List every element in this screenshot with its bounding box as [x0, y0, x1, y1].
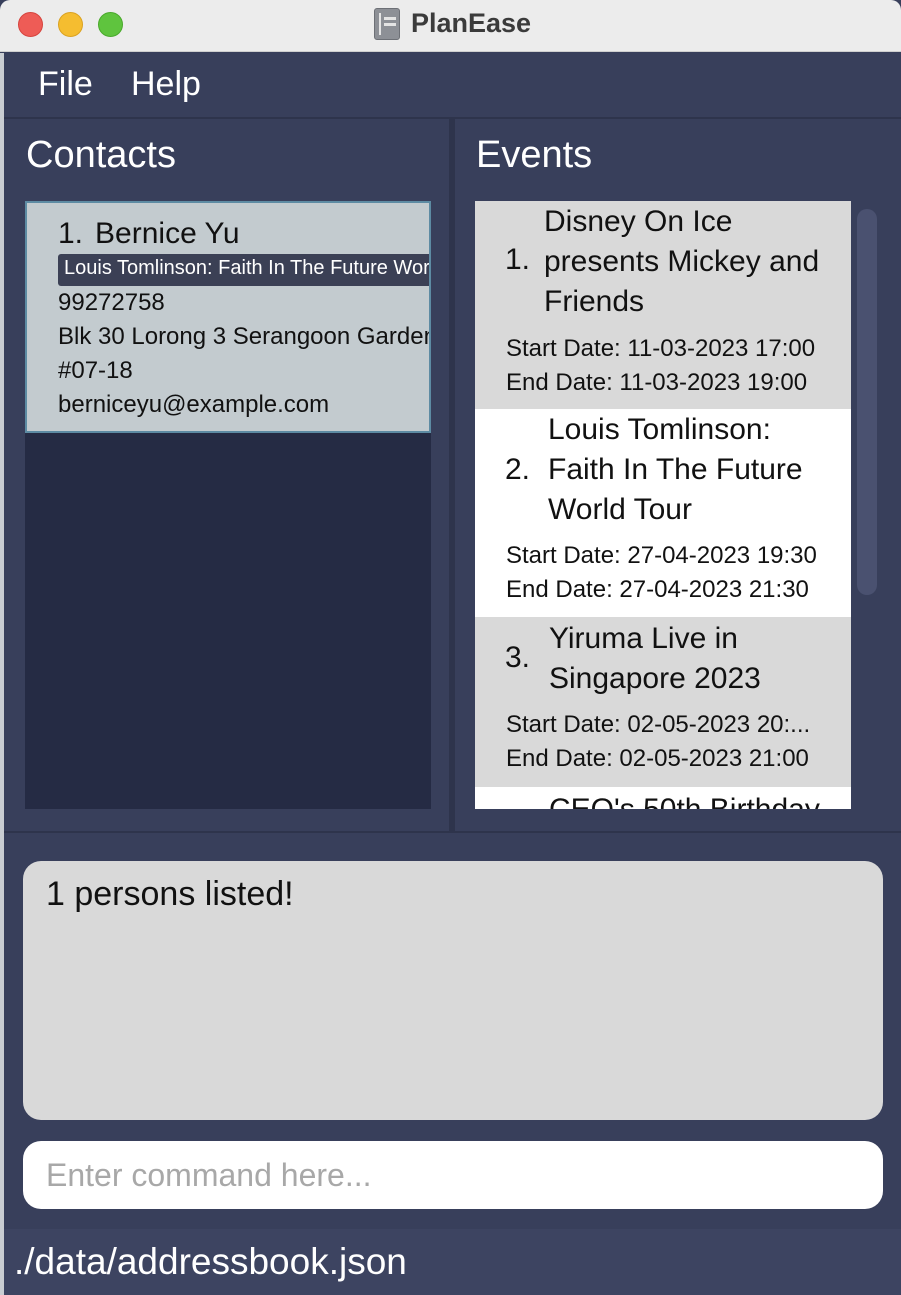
event-start-date: Start Date: 11-03-2023 17:00	[506, 335, 816, 362]
window-title: PlanEase	[411, 8, 532, 38]
status-bar: ./data/addressbook.json	[0, 1229, 901, 1295]
contact-phone: 99272758	[58, 289, 165, 316]
contacts-panel-title: Contacts	[26, 134, 176, 176]
event-name-line: Disney On Ice	[544, 205, 733, 238]
command-input[interactable]	[23, 1141, 883, 1209]
event-name-line: presents Mickey and	[544, 245, 820, 278]
event-end-date: End Date: 02-05-2023 21:00	[506, 745, 809, 772]
event-card[interactable]: 3. Yiruma Live in Singapore 2023 Start D…	[475, 617, 851, 787]
app-window: PlanEase File Help Contacts Events 1. Ber…	[0, 0, 901, 1295]
event-start-date: Start Date: 27-04-2023 19:30	[506, 542, 817, 569]
event-index: 3.	[505, 641, 531, 674]
event-card[interactable]: CEO's 50th Birthday	[475, 787, 851, 809]
contact-email: berniceyu@example.com	[58, 391, 330, 418]
close-window-button[interactable]	[18, 12, 43, 37]
event-card[interactable]: 2. Louis Tomlinson: Faith In The Future …	[475, 409, 851, 617]
event-end-date: End Date: 11-03-2023 19:00	[506, 369, 808, 396]
event-name: Louis Tomlinson: Faith In The Future Wor…	[548, 410, 803, 530]
window-left-edge	[0, 53, 4, 1295]
contact-name-row: 1. Bernice Yu	[58, 217, 240, 251]
maximize-window-button[interactable]	[98, 12, 123, 37]
menu-bar: File Help	[0, 53, 901, 119]
event-card[interactable]: 1. Disney On Ice presents Mickey and Fri…	[475, 201, 851, 409]
title-bar: PlanEase	[0, 0, 901, 52]
event-start-date: Start Date: 02-05-2023 20:...	[506, 711, 811, 738]
result-display: 1 persons listed!	[23, 861, 883, 1120]
contact-address: Blk 30 Lorong 3 Serangoon Gardens,	[58, 323, 431, 350]
address-book-icon	[374, 8, 400, 40]
event-name-line: World Tour	[548, 493, 692, 526]
event-index: 2.	[505, 453, 531, 486]
contact-index: 1.	[58, 217, 84, 250]
event-name-line: Friends	[544, 285, 645, 318]
event-end-date: End Date: 27-04-2023 21:30	[506, 576, 809, 603]
minimize-window-button[interactable]	[58, 12, 83, 37]
contacts-list[interactable]: 1. Bernice Yu Louis Tomlinson: Faith In T…	[25, 201, 431, 809]
events-panel-title: Events	[476, 134, 593, 176]
result-text: 1 persons listed!	[46, 875, 294, 913]
event-name-line: Louis Tomlinson:	[548, 413, 771, 446]
event-name-line: CEO's 50th Birthday	[549, 790, 820, 809]
events-scrollbar[interactable]	[857, 209, 877, 595]
contact-address-unit: #07-18	[58, 357, 133, 384]
event-name: CEO's 50th Birthday	[549, 790, 820, 809]
event-name-line: Faith In The Future	[548, 453, 803, 486]
menu-file[interactable]: File	[38, 65, 93, 104]
event-name: Disney On Ice presents Mickey and Friend…	[544, 202, 819, 322]
event-name-line: Yiruma Live in	[549, 622, 738, 655]
save-location-path: ./data/addressbook.json	[14, 1241, 407, 1282]
contact-card[interactable]: 1. Bernice Yu Louis Tomlinson: Faith In T…	[25, 201, 431, 433]
event-name: Yiruma Live in Singapore 2023	[549, 619, 761, 699]
event-index: 1.	[505, 243, 531, 276]
contact-event-tag: Louis Tomlinson: Faith In The Future Wor…	[58, 254, 429, 286]
panel-divider[interactable]	[449, 119, 455, 831]
event-name-line: Singapore 2023	[549, 662, 761, 695]
contact-name: Bernice Yu	[95, 217, 240, 250]
menu-help[interactable]: Help	[131, 65, 201, 104]
events-list[interactable]: 1. Disney On Ice presents Mickey and Fri…	[475, 201, 851, 809]
